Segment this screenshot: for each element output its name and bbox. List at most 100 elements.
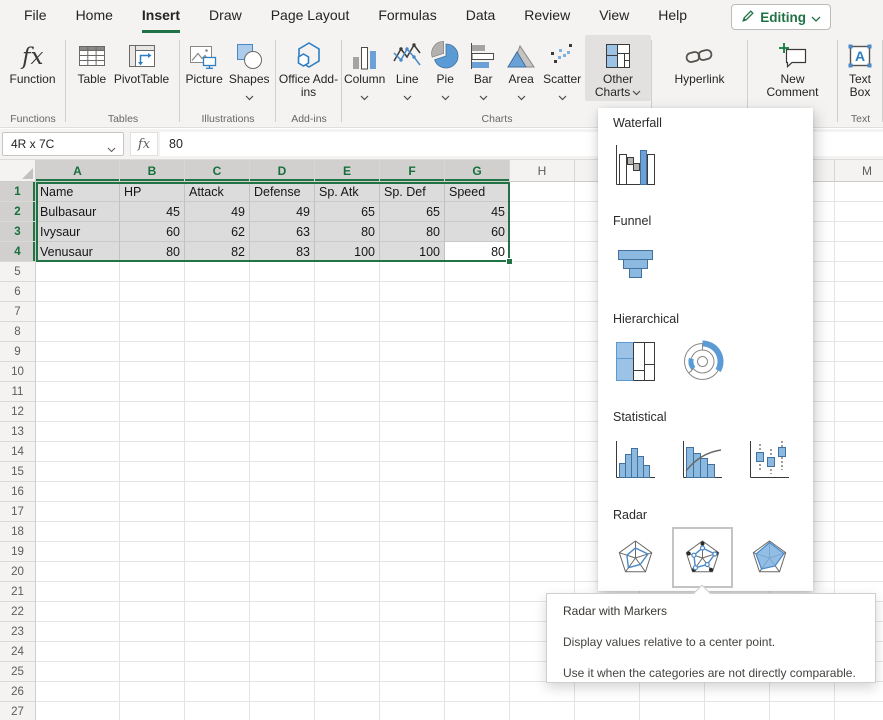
cell-C26[interactable] xyxy=(185,682,250,702)
cell-E1[interactable]: Sp. Atk xyxy=(315,182,380,202)
cell-G4[interactable]: 80 xyxy=(445,242,510,262)
cell-A16[interactable] xyxy=(36,482,120,502)
cell-B26[interactable] xyxy=(120,682,185,702)
cell-D16[interactable] xyxy=(250,482,315,502)
cell-M26[interactable] xyxy=(835,682,883,702)
cell-E7[interactable] xyxy=(315,302,380,322)
cell-B7[interactable] xyxy=(120,302,185,322)
cell-B5[interactable] xyxy=(120,262,185,282)
cell-H27[interactable] xyxy=(510,702,575,720)
new-comment-button[interactable]: New Comment xyxy=(760,35,826,101)
cell-C23[interactable] xyxy=(185,622,250,642)
cell-C7[interactable] xyxy=(185,302,250,322)
cell-B22[interactable] xyxy=(120,602,185,622)
cell-F27[interactable] xyxy=(380,702,445,720)
cell-F9[interactable] xyxy=(380,342,445,362)
cell-E11[interactable] xyxy=(315,382,380,402)
cell-M13[interactable] xyxy=(835,422,883,442)
cell-A13[interactable] xyxy=(36,422,120,442)
cell-B14[interactable] xyxy=(120,442,185,462)
row-header-4[interactable]: 4 xyxy=(0,242,36,262)
row-header-9[interactable]: 9 xyxy=(0,342,36,362)
cell-C17[interactable] xyxy=(185,502,250,522)
cell-G2[interactable]: 45 xyxy=(445,202,510,222)
cell-E3[interactable]: 80 xyxy=(315,222,380,242)
cell-C19[interactable] xyxy=(185,542,250,562)
cell-D25[interactable] xyxy=(250,662,315,682)
cell-D24[interactable] xyxy=(250,642,315,662)
scatter-button[interactable]: Scatter xyxy=(541,35,583,99)
cell-E17[interactable] xyxy=(315,502,380,522)
cell-H26[interactable] xyxy=(510,682,575,702)
cell-G26[interactable] xyxy=(445,682,510,702)
cell-K27[interactable] xyxy=(705,702,770,720)
cell-A3[interactable]: Ivysaur xyxy=(36,222,120,242)
cell-F21[interactable] xyxy=(380,582,445,602)
cell-B12[interactable] xyxy=(120,402,185,422)
chart-type-histogram[interactable] xyxy=(613,437,658,482)
cell-A26[interactable] xyxy=(36,682,120,702)
cell-H4[interactable] xyxy=(510,242,575,262)
column-button[interactable]: Column xyxy=(342,35,387,99)
cell-C14[interactable] xyxy=(185,442,250,462)
cell-D22[interactable] xyxy=(250,602,315,622)
cell-I26[interactable] xyxy=(575,682,640,702)
cell-E24[interactable] xyxy=(315,642,380,662)
cell-M5[interactable] xyxy=(835,262,883,282)
cell-A17[interactable] xyxy=(36,502,120,522)
cell-B8[interactable] xyxy=(120,322,185,342)
cell-E22[interactable] xyxy=(315,602,380,622)
cell-D2[interactable]: 49 xyxy=(250,202,315,222)
cell-A19[interactable] xyxy=(36,542,120,562)
pie-button[interactable]: Pie xyxy=(427,35,463,99)
cell-C18[interactable] xyxy=(185,522,250,542)
tab-home[interactable]: Home xyxy=(76,0,113,33)
cell-B25[interactable] xyxy=(120,662,185,682)
col-header-M[interactable]: M xyxy=(835,160,883,182)
cell-E18[interactable] xyxy=(315,522,380,542)
cell-B2[interactable]: 45 xyxy=(120,202,185,222)
cell-A24[interactable] xyxy=(36,642,120,662)
cell-D18[interactable] xyxy=(250,522,315,542)
cell-H15[interactable] xyxy=(510,462,575,482)
line-button[interactable]: Line xyxy=(389,35,425,99)
chart-type-sunburst[interactable] xyxy=(680,339,725,384)
cell-D14[interactable] xyxy=(250,442,315,462)
cell-A9[interactable] xyxy=(36,342,120,362)
row-header-6[interactable]: 6 xyxy=(0,282,36,302)
cell-C16[interactable] xyxy=(185,482,250,502)
cell-F12[interactable] xyxy=(380,402,445,422)
row-header-24[interactable]: 24 xyxy=(0,642,36,662)
cell-F19[interactable] xyxy=(380,542,445,562)
cell-F3[interactable]: 80 xyxy=(380,222,445,242)
cell-F5[interactable] xyxy=(380,262,445,282)
cell-M10[interactable] xyxy=(835,362,883,382)
text-box-button[interactable]: AText Box xyxy=(838,35,882,101)
cell-D8[interactable] xyxy=(250,322,315,342)
cell-A21[interactable] xyxy=(36,582,120,602)
tab-review[interactable]: Review xyxy=(524,0,570,33)
cell-D12[interactable] xyxy=(250,402,315,422)
cell-M4[interactable] xyxy=(835,242,883,262)
cell-C3[interactable]: 62 xyxy=(185,222,250,242)
cell-M9[interactable] xyxy=(835,342,883,362)
cell-D9[interactable] xyxy=(250,342,315,362)
cell-H18[interactable] xyxy=(510,522,575,542)
cell-D5[interactable] xyxy=(250,262,315,282)
cell-E4[interactable]: 100 xyxy=(315,242,380,262)
chart-type-treemap[interactable] xyxy=(613,339,658,384)
cell-H3[interactable] xyxy=(510,222,575,242)
cell-D10[interactable] xyxy=(250,362,315,382)
cell-B20[interactable] xyxy=(120,562,185,582)
cell-F2[interactable]: 65 xyxy=(380,202,445,222)
cell-G9[interactable] xyxy=(445,342,510,362)
row-header-26[interactable]: 26 xyxy=(0,682,36,702)
row-header-21[interactable]: 21 xyxy=(0,582,36,602)
shapes-button[interactable]: Shapes xyxy=(227,35,272,99)
cell-G20[interactable] xyxy=(445,562,510,582)
cell-E8[interactable] xyxy=(315,322,380,342)
cell-A18[interactable] xyxy=(36,522,120,542)
cell-D20[interactable] xyxy=(250,562,315,582)
cell-B1[interactable]: HP xyxy=(120,182,185,202)
cell-L26[interactable] xyxy=(770,682,835,702)
